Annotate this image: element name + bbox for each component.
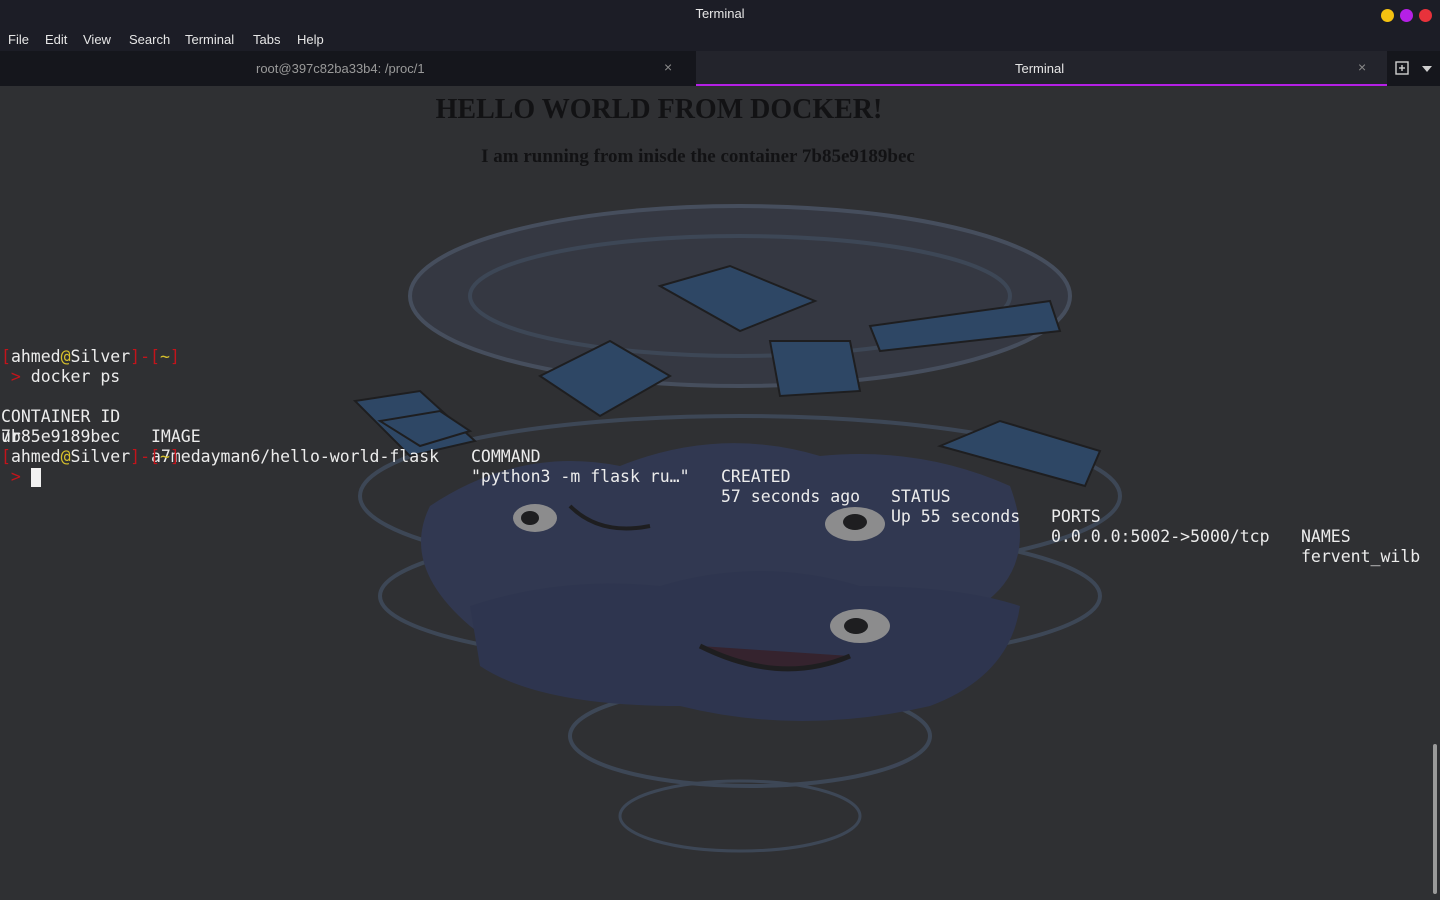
menu-bar: File Edit View Search Terminal Tabs Help bbox=[0, 28, 1440, 51]
table-cell: "python3 -m flask ru…" bbox=[471, 467, 690, 486]
prompt-bracket: ] bbox=[130, 347, 141, 366]
prompt-user: ahmed bbox=[10, 447, 61, 466]
prompt-dir: ~ bbox=[159, 347, 170, 366]
prompt-arrow: > bbox=[1, 467, 21, 486]
terminal-view[interactable]: HELLO WORLD FROM DOCKER! I am running fr… bbox=[0, 86, 1440, 900]
prompt-bracket: [ bbox=[1, 347, 11, 366]
prompt-at: @ bbox=[60, 447, 71, 466]
table-cell: 0.0.0.0:5002->5000/tcp bbox=[1051, 527, 1270, 546]
column-header: COMMAND bbox=[471, 447, 541, 466]
command-text: docker ps bbox=[20, 367, 121, 386]
prompt-bracket: [ bbox=[150, 347, 160, 366]
table-cell: 57 seconds ago bbox=[721, 487, 861, 506]
minimize-button[interactable] bbox=[1381, 9, 1394, 22]
docker-whale-background-image bbox=[352, 204, 1122, 853]
prompt-bracket: ] bbox=[169, 447, 180, 466]
prompt-bracket: [ bbox=[150, 447, 160, 466]
prompt-bracket: ] bbox=[130, 447, 141, 466]
tab-bar: root@397c82ba33b4: /proc/1 × Terminal × bbox=[0, 51, 1440, 86]
prompt-separator: - bbox=[140, 447, 151, 466]
window-titlebar[interactable]: Terminal bbox=[0, 0, 1440, 28]
table-row-wrap: ur bbox=[1, 427, 21, 446]
prompt-arrow: > bbox=[1, 367, 21, 386]
dropdown-arrow-icon[interactable] bbox=[1413, 51, 1440, 86]
close-icon[interactable]: × bbox=[664, 59, 672, 75]
table-cell: a7medayman6/hello-world-flask bbox=[151, 447, 440, 466]
prompt-separator: - bbox=[140, 347, 151, 366]
prompt-host: Silver bbox=[70, 347, 131, 366]
close-button[interactable] bbox=[1419, 9, 1432, 22]
page-subheading: I am running from inisde the container 7… bbox=[481, 146, 915, 167]
prompt-user: ahmed bbox=[10, 347, 61, 366]
tab-terminal[interactable]: Terminal × bbox=[696, 51, 1387, 86]
column-header: CREATED bbox=[721, 467, 791, 486]
tab-label: Terminal bbox=[1015, 61, 1065, 76]
table-cell: Up 55 seconds bbox=[891, 507, 1021, 526]
menu-edit[interactable]: Edit bbox=[45, 32, 67, 47]
prompt-line: [ahmed@Silver]-[~] bbox=[1, 347, 180, 367]
menu-tabs[interactable]: Tabs bbox=[253, 32, 280, 47]
prompt-bracket: ] bbox=[169, 347, 180, 366]
column-header: NAMES bbox=[1301, 527, 1351, 546]
new-tab-icon[interactable] bbox=[1388, 51, 1416, 86]
command-line: > docker ps bbox=[1, 367, 120, 387]
menu-search[interactable]: Search bbox=[129, 32, 170, 47]
maximize-button[interactable] bbox=[1400, 9, 1413, 22]
menu-file[interactable]: File bbox=[8, 32, 29, 47]
window-title: Terminal bbox=[695, 6, 745, 21]
tab-label: root@397c82ba33b4: /proc/1 bbox=[256, 61, 425, 76]
scrollbar-thumb[interactable] bbox=[1433, 744, 1437, 894]
menu-terminal[interactable]: Terminal bbox=[185, 32, 234, 47]
column-header: PORTS bbox=[1051, 507, 1101, 526]
command-line[interactable]: > bbox=[1, 467, 21, 487]
table-row: 7b85e9189bec a7medayman6/hello-world-fla… bbox=[1, 407, 1440, 566]
tab-root-proc[interactable]: root@397c82ba33b4: /proc/1 × bbox=[0, 51, 695, 86]
prompt-dir: ~ bbox=[159, 447, 170, 466]
prompt-at: @ bbox=[60, 347, 71, 366]
table-header: CONTAINER ID IMAGE COMMAND CREATED STATU… bbox=[1, 387, 1440, 546]
column-header: STATUS bbox=[891, 487, 951, 506]
table-cell: fervent_wilb bbox=[1301, 547, 1421, 566]
prompt-host: Silver bbox=[70, 447, 131, 466]
column-header: IMAGE bbox=[151, 427, 201, 446]
text-cursor bbox=[31, 468, 41, 487]
close-icon[interactable]: × bbox=[1358, 59, 1366, 75]
menu-view[interactable]: View bbox=[83, 32, 111, 47]
prompt-line: [ahmed@Silver]-[~] bbox=[1, 447, 180, 467]
terminal-scrollbar[interactable] bbox=[1430, 86, 1440, 900]
prompt-bracket: [ bbox=[1, 447, 11, 466]
menu-help[interactable]: Help bbox=[297, 32, 324, 47]
page-heading: HELLO WORLD FROM DOCKER! bbox=[435, 94, 883, 125]
